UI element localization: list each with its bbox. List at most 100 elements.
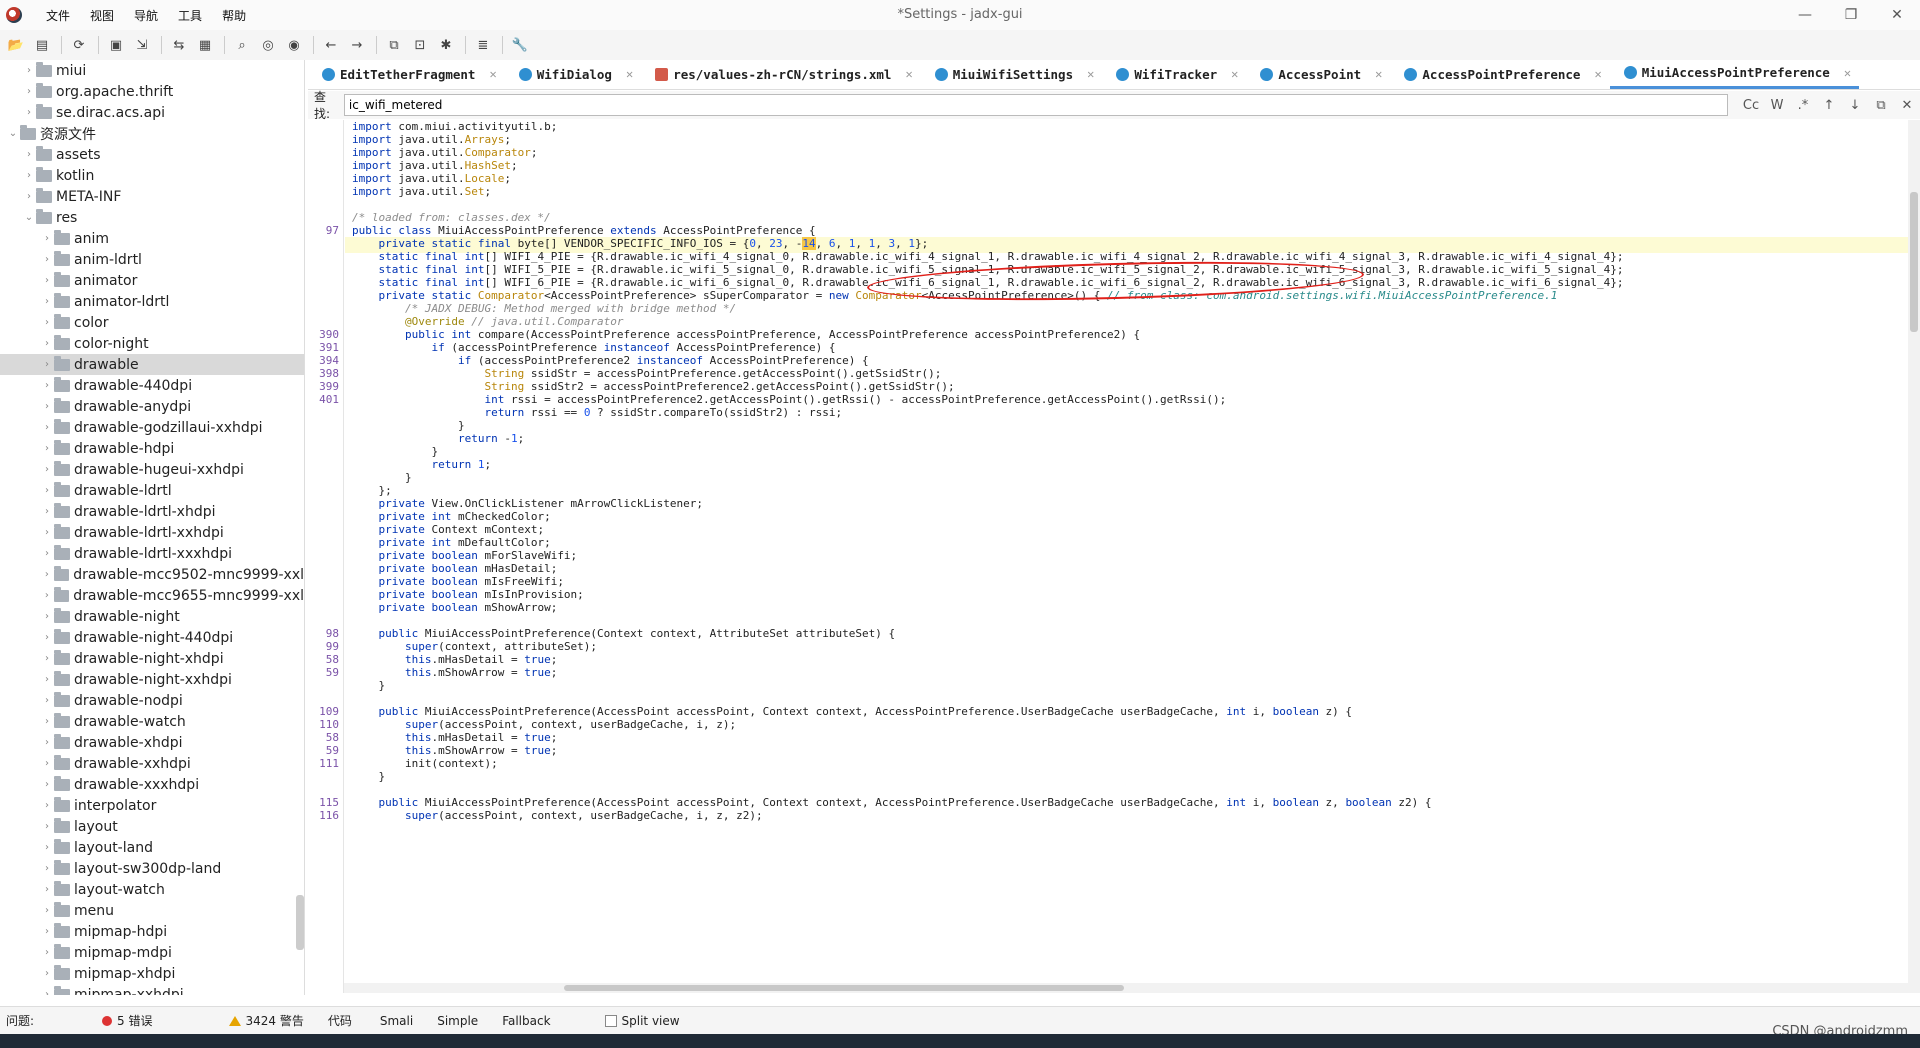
tree-item[interactable]: › mipmap-xhdpi bbox=[0, 963, 304, 984]
chevron-right-icon[interactable]: › bbox=[40, 758, 54, 769]
editor-tab[interactable]: WifiTracker ✕ bbox=[1102, 59, 1246, 89]
tree-item[interactable]: › layout-land bbox=[0, 837, 304, 858]
chevron-right-icon[interactable]: › bbox=[22, 65, 36, 76]
tree-item[interactable]: › layout bbox=[0, 816, 304, 837]
chevron-right-icon[interactable]: › bbox=[22, 86, 36, 97]
close-tab-icon[interactable]: ✕ bbox=[1844, 66, 1851, 80]
tree-item[interactable]: › drawable-anydpi bbox=[0, 396, 304, 417]
reload-icon[interactable]: ⟳ bbox=[67, 33, 91, 57]
tree-item[interactable]: › drawable-hdpi bbox=[0, 438, 304, 459]
chevron-right-icon[interactable]: › bbox=[40, 632, 54, 643]
tree-item[interactable]: › META-INF bbox=[0, 186, 304, 207]
chevron-right-icon[interactable]: › bbox=[40, 380, 54, 391]
restore-icon[interactable]: ❐ bbox=[1828, 0, 1874, 30]
chevron-right-icon[interactable]: › bbox=[40, 422, 54, 433]
find-input[interactable] bbox=[343, 94, 1728, 116]
tree-item[interactable]: › se.dirac.acs.api bbox=[0, 102, 304, 123]
find-option-button[interactable]: ↑ bbox=[1816, 98, 1842, 113]
chevron-right-icon[interactable]: › bbox=[40, 905, 54, 916]
code-editor[interactable]: 97 390 391 394 398 399 401 98 99 58 59 109 110 58 59 11… bbox=[308, 120, 1920, 993]
tree-item[interactable]: › interpolator bbox=[0, 795, 304, 816]
tree-item[interactable]: › drawable-nodpi bbox=[0, 690, 304, 711]
tree-item[interactable]: › drawable-440dpi bbox=[0, 375, 304, 396]
chevron-right-icon[interactable]: › bbox=[40, 926, 54, 937]
horizontal-scroll-thumb[interactable] bbox=[564, 985, 1124, 991]
chevron-right-icon[interactable]: › bbox=[40, 863, 54, 874]
close-tab-icon[interactable]: ✕ bbox=[905, 67, 912, 81]
chevron-right-icon[interactable]: › bbox=[40, 695, 54, 706]
sync-tree-icon[interactable]: ⇆ bbox=[167, 33, 191, 57]
save-icon[interactable]: ▣ bbox=[104, 33, 128, 57]
editor-tab[interactable]: AccessPoint ✕ bbox=[1246, 59, 1390, 89]
chevron-right-icon[interactable]: › bbox=[40, 884, 54, 895]
close-window-icon[interactable]: ✕ bbox=[1874, 0, 1920, 30]
chevron-right-icon[interactable]: › bbox=[22, 170, 36, 181]
tree-item[interactable]: › layout-watch bbox=[0, 879, 304, 900]
tree-item[interactable]: › animator-ldrtl bbox=[0, 291, 304, 312]
chevron-right-icon[interactable]: › bbox=[40, 275, 54, 286]
tree-item[interactable]: › drawable-watch bbox=[0, 711, 304, 732]
tree-item[interactable]: › org.apache.thrift bbox=[0, 81, 304, 102]
chevron-right-icon[interactable]: › bbox=[40, 590, 54, 601]
tree-item[interactable]: › drawable-night-xhdpi bbox=[0, 648, 304, 669]
editor-tab[interactable]: MiuiWifiSettings ✕ bbox=[921, 59, 1103, 89]
horizontal-scrollbar[interactable] bbox=[344, 983, 1908, 993]
tree-item[interactable]: › drawable-xxhdpi bbox=[0, 753, 304, 774]
add-files-icon[interactable]: ▤ bbox=[30, 33, 54, 57]
tree-item[interactable]: › layout-sw300dp-land bbox=[0, 858, 304, 879]
tree-item[interactable]: › miui bbox=[0, 60, 304, 81]
log-icon[interactable]: ≣ bbox=[471, 33, 495, 57]
editor-tab[interactable]: EditTetherFragment ✕ bbox=[308, 59, 505, 89]
close-tab-icon[interactable]: ✕ bbox=[1231, 67, 1238, 81]
flatten-icon[interactable]: ▦ bbox=[193, 33, 217, 57]
find-option-button[interactable]: W bbox=[1764, 98, 1790, 113]
view-tab-fallback[interactable]: Fallback bbox=[502, 1014, 550, 1028]
chevron-down-icon[interactable]: ⌄ bbox=[6, 128, 20, 139]
tree-item[interactable]: › drawable-xhdpi bbox=[0, 732, 304, 753]
tree-item[interactable]: › anim bbox=[0, 228, 304, 249]
tree-item[interactable]: › drawable-ldrtl-xhdpi bbox=[0, 501, 304, 522]
find-usage-icon[interactable]: ◉ bbox=[282, 33, 306, 57]
menu-item[interactable]: 工具 bbox=[168, 7, 212, 24]
find-option-button[interactable]: ⧉ bbox=[1868, 98, 1894, 113]
chevron-right-icon[interactable]: › bbox=[22, 107, 36, 118]
tree-item[interactable]: ⌄ 资源文件 bbox=[0, 123, 304, 144]
tree-item[interactable]: › mipmap-mdpi bbox=[0, 942, 304, 963]
chevron-right-icon[interactable]: › bbox=[40, 989, 54, 995]
close-tab-icon[interactable]: ✕ bbox=[1594, 67, 1601, 81]
chevron-right-icon[interactable]: › bbox=[40, 464, 54, 475]
chevron-right-icon[interactable]: › bbox=[22, 149, 36, 160]
tree-item[interactable]: › assets bbox=[0, 144, 304, 165]
minimize-icon[interactable]: — bbox=[1782, 0, 1828, 30]
chevron-right-icon[interactable]: › bbox=[40, 233, 54, 244]
close-tab-icon[interactable]: ✕ bbox=[1375, 67, 1382, 81]
chevron-right-icon[interactable]: › bbox=[40, 842, 54, 853]
search-icon[interactable]: ⌕ bbox=[230, 33, 254, 57]
chevron-right-icon[interactable]: › bbox=[40, 548, 54, 559]
vertical-scrollbar[interactable] bbox=[1908, 120, 1920, 993]
tree-item[interactable]: › animator bbox=[0, 270, 304, 291]
export-icon[interactable]: ⇲ bbox=[130, 33, 154, 57]
menu-item[interactable]: 文件 bbox=[36, 7, 80, 24]
chevron-right-icon[interactable]: › bbox=[40, 527, 54, 538]
chevron-right-icon[interactable]: › bbox=[40, 968, 54, 979]
tree-item[interactable]: › drawable-ldrtl-xxxhdpi bbox=[0, 543, 304, 564]
tree-item[interactable]: › anim-ldrtl bbox=[0, 249, 304, 270]
chevron-down-icon[interactable]: ⌄ bbox=[22, 212, 36, 223]
tree-item[interactable]: › color bbox=[0, 312, 304, 333]
chevron-right-icon[interactable]: › bbox=[40, 800, 54, 811]
chevron-right-icon[interactable]: › bbox=[40, 716, 54, 727]
chevron-right-icon[interactable]: › bbox=[40, 674, 54, 685]
project-tree[interactable]: › miui › org.apache.thrift › se.dirac.acs.api… bbox=[0, 60, 305, 995]
preferences-icon[interactable]: 🔧 bbox=[508, 33, 532, 57]
chevron-right-icon[interactable]: › bbox=[40, 611, 54, 622]
back-icon[interactable]: ← bbox=[319, 33, 343, 57]
deobfuscate-icon[interactable]: ⊡ bbox=[408, 33, 432, 57]
tree-item[interactable]: › drawable-ldrtl bbox=[0, 480, 304, 501]
tree-item[interactable]: › drawable-mcc9502-mnc9999-xxl bbox=[0, 564, 304, 585]
chevron-right-icon[interactable]: › bbox=[40, 737, 54, 748]
chevron-right-icon[interactable]: › bbox=[40, 653, 54, 664]
chevron-right-icon[interactable]: › bbox=[40, 401, 54, 412]
tree-item[interactable]: › drawable-night bbox=[0, 606, 304, 627]
chevron-right-icon[interactable]: › bbox=[40, 947, 54, 958]
